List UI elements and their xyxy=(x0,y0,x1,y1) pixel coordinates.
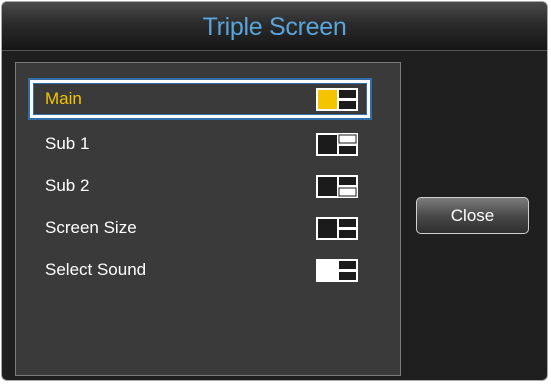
menu-item-select-sound[interactable]: Select Sound xyxy=(30,251,370,289)
dialog-title: Triple Screen xyxy=(202,13,347,41)
menu-item-sub-1[interactable]: Sub 1 xyxy=(30,125,370,163)
triple-screen-sound-icon xyxy=(316,259,358,282)
title-bar: Triple Screen xyxy=(2,2,547,51)
menu-item-label: Sub 1 xyxy=(45,134,90,153)
triple-screen-main-highlight-icon xyxy=(316,88,358,111)
menu-item-main[interactable]: Main xyxy=(30,80,370,118)
menu-item-label: Sub 2 xyxy=(45,176,90,195)
menu-panel: Main Sub 1 Sub 2 Screen Size Select Soun… xyxy=(15,62,401,376)
close-button[interactable]: Close xyxy=(416,197,529,234)
menu-item-label: Select Sound xyxy=(45,260,147,279)
menu-item-label: Main xyxy=(45,89,82,108)
triple-screen-layout-icon xyxy=(316,217,358,240)
menu-item-label: Screen Size xyxy=(45,218,137,237)
triple-screen-sub2-highlight-icon xyxy=(316,175,358,198)
triple-screen-sub1-highlight-icon xyxy=(316,133,358,156)
menu-item-sub-2[interactable]: Sub 2 xyxy=(30,167,370,205)
menu-item-screen-size[interactable]: Screen Size xyxy=(30,209,370,247)
triple-screen-dialog: Triple Screen Main Sub 1 Sub 2 Screen Si… xyxy=(1,1,548,381)
